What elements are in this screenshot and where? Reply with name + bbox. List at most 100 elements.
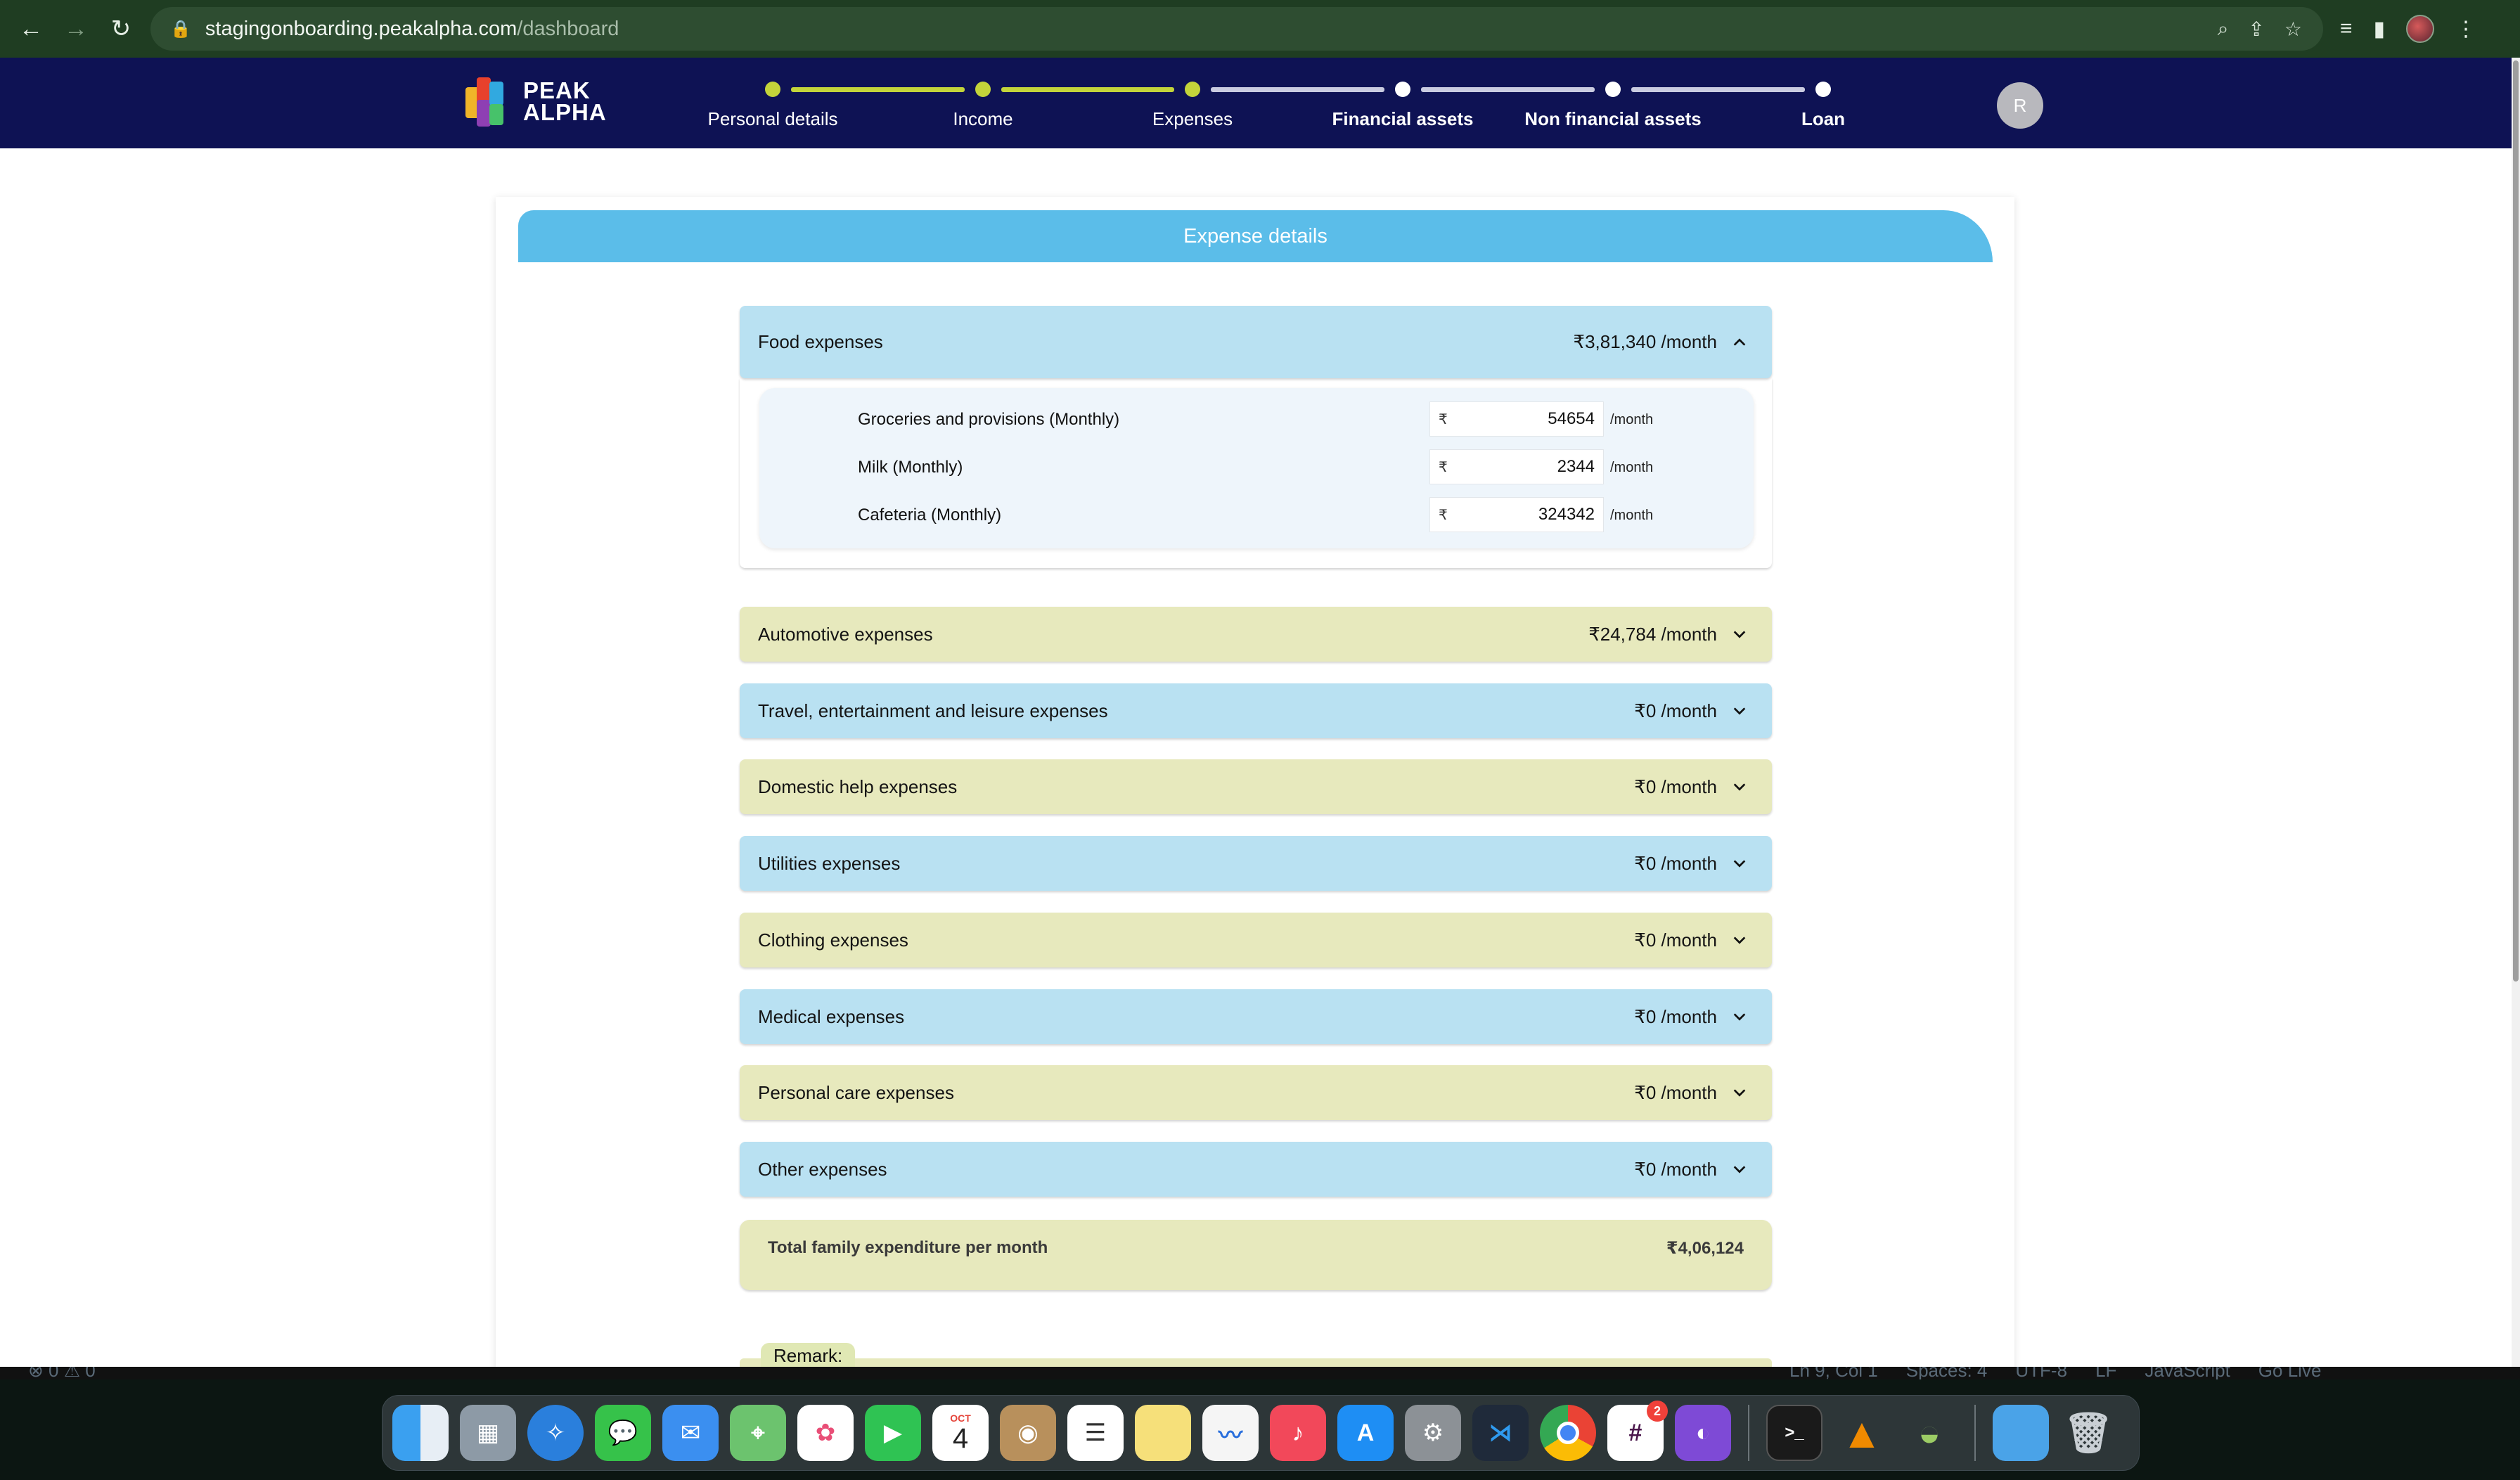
calendar-icon[interactable]: OCT 4 <box>932 1405 989 1461</box>
stepper-dot[interactable] <box>1815 82 1831 97</box>
chevron-down-icon[interactable] <box>1727 622 1752 647</box>
chevron-down-icon[interactable] <box>1727 1080 1752 1105</box>
accordion-utilities-expenses[interactable]: Utilities expenses ₹0 /month <box>740 836 1772 891</box>
photos-icon[interactable]: ✿ <box>797 1405 854 1461</box>
chevron-down-icon[interactable] <box>1727 1157 1752 1182</box>
accordion-label: Domestic help expenses <box>758 776 958 797</box>
forward-arrow-icon[interactable]: → <box>53 6 98 51</box>
accordion-clothing-expenses[interactable]: Clothing expenses ₹0 /month <box>740 913 1772 967</box>
bookmark-star-icon[interactable]: ☆ <box>2284 18 2302 41</box>
stepper-label[interactable]: Non financial assets <box>1524 108 1701 130</box>
mail-icon[interactable]: ✉ <box>662 1405 719 1461</box>
stepper-dot[interactable] <box>1605 82 1621 97</box>
go-live-button[interactable]: Go Live <box>2258 1367 2322 1379</box>
finder-icon[interactable] <box>392 1405 449 1461</box>
accordion-amount: ₹0 /month <box>1634 776 1717 797</box>
line-ending[interactable]: LF <box>2095 1367 2116 1379</box>
accordion-label: Other expenses <box>758 1158 887 1180</box>
back-arrow-icon[interactable]: ← <box>8 6 53 51</box>
language-mode[interactable]: JavaScript <box>2145 1367 2230 1379</box>
side-panel-icon[interactable]: ▮ <box>2374 17 2386 41</box>
chevron-down-icon[interactable] <box>1727 927 1752 953</box>
calendar-month: OCT <box>950 1413 971 1424</box>
stepper-dot[interactable] <box>765 82 780 97</box>
trash-icon[interactable]: 🗑 <box>2060 1405 2116 1461</box>
zoom-icon[interactable]: ⌕ <box>2218 18 2229 41</box>
vlc-icon[interactable]: ▲ <box>1834 1405 1890 1461</box>
chevron-down-icon[interactable] <box>1727 851 1752 876</box>
accordion-travel-expenses[interactable]: Travel, entertainment and leisure expens… <box>740 683 1772 738</box>
profile-avatar[interactable] <box>2406 15 2435 43</box>
messages-icon[interactable]: 💬 <box>595 1405 651 1461</box>
reading-list-icon[interactable]: ≡ <box>2340 17 2353 41</box>
problems-count[interactable]: ⊗ 0 ⚠ 0 <box>28 1367 96 1379</box>
stepper-label[interactable]: Personal details <box>708 108 838 130</box>
dock: ▦ ✧ 💬 ✉ ⌖ ✿ ▶ OCT 4 ◉ ☰ 〰 ♪ A ⚙ ⋊ # 2 ◐ … <box>382 1395 2140 1471</box>
rupee-symbol: ₹ <box>1439 459 1448 475</box>
input-value: 2344 <box>1557 457 1595 476</box>
accordion-label: Food expenses <box>758 331 883 352</box>
accordion-amount: ₹0 /month <box>1634 852 1717 874</box>
chevron-up-icon[interactable] <box>1727 330 1752 355</box>
chevron-down-icon[interactable] <box>1727 1004 1752 1029</box>
app-store-icon[interactable]: A <box>1337 1405 1394 1461</box>
accordion-personal-care-expenses[interactable]: Personal care expenses ₹0 /month <box>740 1065 1772 1120</box>
stepper-dot[interactable] <box>1395 82 1410 97</box>
menu-kebab-icon[interactable]: ⋮ <box>2455 17 2476 41</box>
stepper-connector <box>1631 87 1805 92</box>
rupee-symbol: ₹ <box>1439 507 1448 523</box>
system-settings-icon[interactable]: ⚙ <box>1405 1405 1461 1461</box>
stepper-label[interactable]: Expenses <box>1152 108 1233 130</box>
cafeteria-label: Cafeteria (Monthly) <box>858 506 1002 525</box>
accordion-domestic-help-expenses[interactable]: Domestic help expenses ₹0 /month <box>740 759 1772 814</box>
milk-input[interactable]: ₹ 2344 <box>1429 449 1604 484</box>
github-desktop-icon[interactable]: ◐ <box>1675 1405 1731 1461</box>
launchpad-icon[interactable]: ▦ <box>460 1405 516 1461</box>
url-path: /dashboard <box>517 17 619 40</box>
browser-toolbar: ← → ↻ 🔒 stagingonboarding.peakalpha.com … <box>0 0 2520 58</box>
safari-icon[interactable]: ✧ <box>527 1405 584 1461</box>
stepper-label[interactable]: Loan <box>1801 108 1845 130</box>
user-avatar[interactable]: R <box>1997 82 2043 129</box>
freeform-icon[interactable]: 〰 <box>1202 1405 1259 1461</box>
accordion-medical-expenses[interactable]: Medical expenses ₹0 /month <box>740 989 1772 1044</box>
accordion-label: Travel, entertainment and leisure expens… <box>758 700 1108 721</box>
stepper-dot[interactable] <box>1185 82 1200 97</box>
accordion-other-expenses[interactable]: Other expenses ₹0 /month <box>740 1142 1772 1197</box>
contacts-icon[interactable]: ◉ <box>1000 1405 1056 1461</box>
app-header: PEAK ALPHA Personal details Income Expense… <box>0 58 2512 148</box>
stepper-label[interactable]: Financial assets <box>1332 108 1474 130</box>
reminders-icon[interactable]: ☰ <box>1067 1405 1124 1461</box>
notes-icon[interactable] <box>1135 1405 1191 1461</box>
stepper-dot[interactable] <box>975 82 991 97</box>
chevron-down-icon[interactable] <box>1727 698 1752 723</box>
music-icon[interactable]: ♪ <box>1270 1405 1326 1461</box>
dock-separator <box>1974 1405 1976 1461</box>
maps-icon[interactable]: ⌖ <box>730 1405 786 1461</box>
input-value: 324342 <box>1538 505 1595 524</box>
share-icon[interactable]: ⇪ <box>2248 18 2264 41</box>
vscode-icon[interactable]: ⋊ <box>1472 1405 1529 1461</box>
indentation[interactable]: Spaces: 4 <box>1906 1367 1988 1379</box>
cafeteria-input[interactable]: ₹ 324342 <box>1429 497 1604 532</box>
facetime-icon[interactable]: ▶ <box>865 1405 921 1461</box>
cursor-position[interactable]: Ln 9, Col 1 <box>1789 1367 1878 1379</box>
stepper-label[interactable]: Income <box>953 108 1012 130</box>
groceries-input[interactable]: ₹ 54654 <box>1429 401 1604 437</box>
android-studio-icon[interactable]: ◒ <box>1901 1405 1958 1461</box>
encoding[interactable]: UTF-8 <box>2015 1367 2067 1379</box>
address-bar[interactable]: 🔒 stagingonboarding.peakalpha.com /dashb… <box>150 7 2323 51</box>
accordion-food-expenses[interactable]: Food expenses ₹3,81,340 /month <box>740 306 1772 378</box>
slack-icon[interactable]: # 2 <box>1607 1401 1668 1461</box>
total-expenditure: Total family expenditure per month ₹4,06… <box>740 1220 1772 1290</box>
chevron-down-icon[interactable] <box>1727 774 1752 799</box>
total-label: Total family expenditure per month <box>768 1238 1048 1257</box>
accordion-amount: ₹24,784 /month <box>1588 623 1717 645</box>
milk-label: Milk (Monthly) <box>858 458 963 477</box>
accordion-automotive-expenses[interactable]: Automotive expenses ₹24,784 /month <box>740 607 1772 662</box>
terminal-icon[interactable]: >_ <box>1766 1405 1822 1461</box>
folder-icon[interactable] <box>1993 1405 2049 1461</box>
reload-icon[interactable]: ↻ <box>98 6 143 51</box>
chrome-icon[interactable] <box>1540 1405 1596 1461</box>
page-scrollbar-thumb[interactable] <box>2513 60 2519 982</box>
